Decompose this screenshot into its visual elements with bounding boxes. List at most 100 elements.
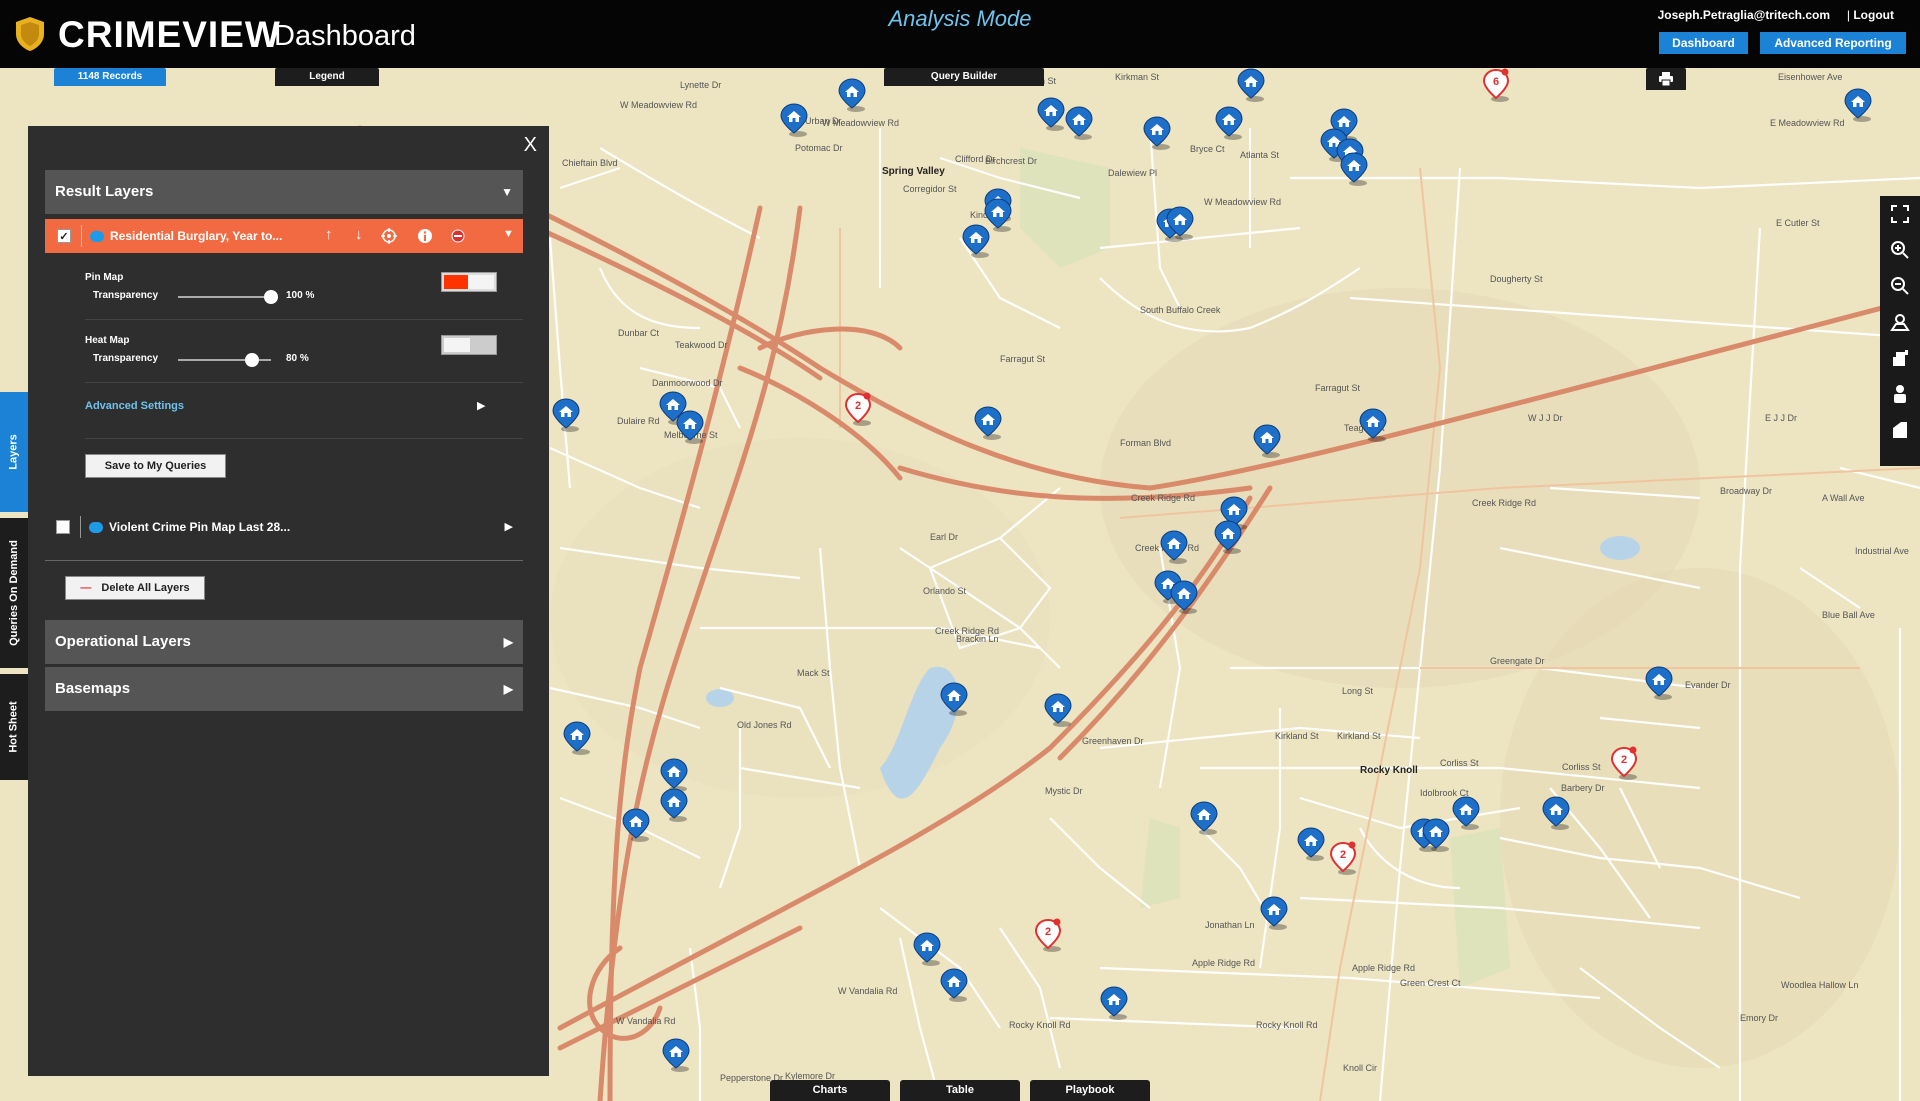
- tab-charts[interactable]: Charts: [770, 1080, 890, 1101]
- burglary-pin[interactable]: [1260, 896, 1288, 930]
- house-pin-icon: [1100, 986, 1128, 1020]
- burglary-pin[interactable]: [940, 682, 968, 716]
- pin-map-toggle[interactable]: [441, 272, 497, 292]
- street-label: Rocky Knoll Rd: [1009, 1020, 1071, 1030]
- cluster-pin[interactable]: 2: [1610, 746, 1638, 780]
- burglary-pin[interactable]: [940, 968, 968, 1002]
- burglary-pin[interactable]: [1170, 580, 1198, 614]
- remove-layer-icon[interactable]: [451, 229, 465, 243]
- cluster-pin[interactable]: 2: [1034, 918, 1062, 952]
- burglary-pin[interactable]: [1065, 106, 1093, 140]
- delete-all-layers-button[interactable]: — Delete All Layers: [65, 576, 205, 600]
- burglary-pin[interactable]: [1160, 530, 1188, 564]
- burglary-pin[interactable]: [1340, 152, 1368, 186]
- zoom-out-button[interactable]: [1880, 268, 1920, 304]
- save-to-my-queries-button[interactable]: Save to My Queries: [85, 454, 226, 478]
- pin-transparency-slider[interactable]: [264, 290, 278, 304]
- burglary-pin[interactable]: [1215, 106, 1243, 140]
- burglary-pin[interactable]: [1100, 986, 1128, 1020]
- tab-layers-label: Layers: [8, 434, 21, 470]
- zoom-in-button[interactable]: [1880, 232, 1920, 268]
- burglary-pin[interactable]: [1452, 796, 1480, 830]
- burglary-pin[interactable]: [1037, 97, 1065, 131]
- burglary-pin[interactable]: [660, 758, 688, 792]
- burglary-pin[interactable]: [622, 808, 650, 842]
- burglary-pin[interactable]: [1645, 666, 1673, 700]
- burglary-pin[interactable]: [563, 721, 591, 755]
- burglary-pin[interactable]: [1214, 520, 1242, 554]
- burglary-pin[interactable]: [1253, 424, 1281, 458]
- street-label: Forman Blvd: [1120, 438, 1172, 448]
- house-pin-icon: [1190, 801, 1218, 835]
- burglary-pin[interactable]: [1166, 206, 1194, 240]
- house-pin-icon: [974, 406, 1002, 440]
- street-label: Creek Ridge Rd: [1131, 493, 1196, 503]
- burglary-pin[interactable]: [1044, 693, 1072, 727]
- burglary-pin[interactable]: [1542, 796, 1570, 830]
- burglary-pin[interactable]: [662, 1038, 690, 1072]
- basemap-button[interactable]: [1880, 304, 1920, 340]
- burglary-pin[interactable]: [1143, 116, 1171, 150]
- user-button[interactable]: [1880, 376, 1920, 412]
- burglary-pin[interactable]: [1844, 88, 1872, 122]
- house-pin-icon: [552, 398, 580, 432]
- layer1-checkbox[interactable]: ✓: [57, 229, 71, 243]
- cluster-pin[interactable]: 2: [844, 392, 872, 426]
- house-pin-icon: [1037, 97, 1065, 131]
- street-label: Greenhaven Dr: [1082, 736, 1144, 746]
- layer2-checkbox[interactable]: [56, 520, 70, 534]
- street-label: Potomac Dr: [795, 143, 843, 153]
- zoom-to-layer-icon[interactable]: [381, 228, 397, 244]
- tab-playbook[interactable]: Playbook: [1030, 1080, 1150, 1101]
- result-layer-residential-burglary[interactable]: ✓ Residential Burglary, Year to... ↑ ↓ ▼: [45, 219, 523, 253]
- burglary-pin[interactable]: [913, 932, 941, 966]
- legend-tab[interactable]: Legend: [275, 68, 379, 86]
- cluster-pin[interactable]: 6: [1482, 68, 1510, 102]
- burglary-pin[interactable]: [660, 788, 688, 822]
- heat-transparency-slider[interactable]: [245, 353, 260, 367]
- logout-link[interactable]: Logout: [1853, 8, 1894, 22]
- cluster-pin[interactable]: 2: [1329, 841, 1357, 875]
- tab-hot-sheet[interactable]: Hot Sheet: [0, 674, 28, 780]
- burglary-pin[interactable]: [974, 406, 1002, 440]
- info-icon[interactable]: [417, 228, 433, 244]
- layers-button[interactable]: [1880, 412, 1920, 448]
- print-button[interactable]: [1646, 68, 1686, 90]
- move-down-icon[interactable]: ↓: [355, 226, 363, 243]
- result-layers-header[interactable]: Result Layers ▼: [45, 170, 523, 214]
- burglary-pin[interactable]: [838, 78, 866, 112]
- close-panel-button[interactable]: X: [524, 134, 537, 157]
- basemaps-header[interactable]: Basemaps ▶: [45, 667, 523, 711]
- advanced-settings-link[interactable]: Advanced Settings: [85, 400, 184, 412]
- street-label: Eisenhower Ave: [1778, 72, 1843, 82]
- chevron-right-icon: ▶: [503, 682, 513, 696]
- chevron-right-icon[interactable]: ▶: [505, 520, 513, 533]
- burglary-pin[interactable]: [1190, 801, 1218, 835]
- burglary-pin[interactable]: [1422, 818, 1450, 852]
- burglary-pin[interactable]: [552, 398, 580, 432]
- chevron-down-icon[interactable]: ▼: [503, 228, 514, 240]
- burglary-pin[interactable]: [962, 224, 990, 258]
- bookmark-button[interactable]: [1880, 340, 1920, 376]
- burglary-pin[interactable]: [676, 410, 704, 444]
- chevron-right-icon[interactable]: ▶: [477, 399, 485, 412]
- records-count-tab[interactable]: 1148 Records: [54, 68, 166, 86]
- operational-layers-header[interactable]: Operational Layers ▶: [45, 620, 523, 664]
- user-icon: [1894, 385, 1906, 403]
- tab-layers[interactable]: Layers: [0, 392, 28, 512]
- tab-table[interactable]: Table: [900, 1080, 1020, 1101]
- heat-map-toggle[interactable]: [441, 335, 497, 355]
- burglary-pin[interactable]: [780, 103, 808, 137]
- header-separator: |: [1846, 8, 1850, 22]
- street-label: Dunbar Ct: [618, 328, 660, 338]
- burglary-pin[interactable]: [1237, 68, 1265, 102]
- advanced-reporting-button[interactable]: Advanced Reporting: [1760, 32, 1906, 54]
- fullscreen-button[interactable]: [1880, 196, 1920, 232]
- dashboard-button[interactable]: Dashboard: [1659, 32, 1748, 54]
- burglary-pin[interactable]: [1359, 408, 1387, 442]
- tab-queries-on-demand[interactable]: Queries On Demand: [0, 518, 28, 668]
- query-builder-tab[interactable]: Query Builder: [884, 68, 1044, 86]
- move-up-icon[interactable]: ↑: [325, 226, 333, 243]
- result-layer-violent-crime[interactable]: Violent Crime Pin Map Last 28... ▶: [45, 510, 523, 544]
- burglary-pin[interactable]: [1297, 827, 1325, 861]
